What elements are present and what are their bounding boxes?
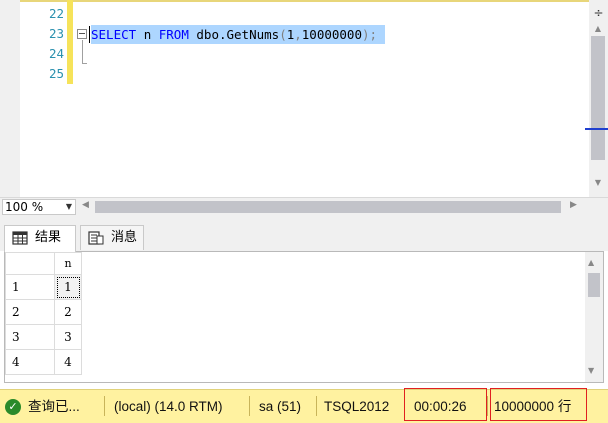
argument-end: 10000000 [301, 27, 362, 42]
comma: , [294, 27, 302, 42]
user-name: sa (51) [259, 399, 302, 414]
grid-cell[interactable]: 2 [54, 299, 82, 325]
scroll-down-icon[interactable]: ▼ [592, 178, 604, 188]
line-number: 23 [48, 26, 64, 41]
semicolon: ; [369, 27, 378, 42]
query-editor[interactable]: 22 23 24 25 SELECT n FROM dbo.GetNums(1,… [0, 0, 608, 197]
scroll-down-icon[interactable]: ▼ [588, 366, 594, 375]
editor-gutter [0, 0, 20, 197]
collapse-icon[interactable] [77, 29, 87, 39]
column-header-n[interactable]: n [54, 252, 82, 275]
tab-messages-label: 消息 [111, 230, 138, 245]
function-name: dbo.GetNums [196, 27, 280, 42]
scroll-up-icon[interactable]: ▲ [588, 258, 594, 267]
tab-messages[interactable]: 消息 [80, 225, 144, 250]
line-number: 22 [48, 6, 64, 21]
paren-close: ) [362, 27, 370, 42]
scroll-up-icon[interactable]: ▲ [592, 24, 604, 34]
table-row: 3 3 [5, 324, 82, 350]
zoom-value: 100 % [5, 200, 44, 214]
status-separator [104, 396, 105, 416]
line-numbers: 22 23 24 25 [22, 4, 64, 84]
text-caret [89, 26, 90, 43]
results-table: n 1 1 2 2 3 3 4 4 [5, 252, 82, 375]
message-icon [88, 231, 104, 245]
table-row: 4 4 [5, 349, 82, 375]
status-separator [487, 396, 488, 416]
scroll-left-icon[interactable]: ◀ [82, 200, 89, 210]
grid-icon [12, 231, 28, 245]
paren-open: ( [279, 27, 287, 42]
server-name: (local) (14.0 RTM) [114, 399, 223, 414]
rowcount-highlight-box [490, 388, 587, 421]
status-separator [316, 396, 317, 416]
change-tracking-bar [67, 0, 73, 84]
outline-line [82, 40, 83, 64]
row-number[interactable]: 3 [5, 324, 55, 350]
split-window-icon[interactable]: ÷ [589, 5, 608, 21]
grid-header-row: n [5, 252, 82, 275]
line-number: 25 [48, 66, 64, 81]
table-row: 2 2 [5, 299, 82, 325]
row-number[interactable]: 2 [5, 299, 55, 325]
editor-top-border [0, 0, 608, 2]
caret-position-marker [585, 128, 608, 130]
elapsed-highlight-box [404, 388, 487, 421]
horizontal-scroll-thumb[interactable] [95, 201, 561, 213]
code-line-selected[interactable]: SELECT n FROM dbo.GetNums(1,10000000); [91, 25, 386, 44]
tab-results-label: 结果 [35, 230, 62, 245]
status-separator [249, 396, 250, 416]
query-status: 查询已... [28, 399, 80, 414]
chevron-down-icon[interactable]: ▼ [66, 200, 72, 214]
table-row: 1 1 [5, 274, 82, 300]
outline-line-end [82, 63, 87, 64]
row-number[interactable]: 4 [5, 349, 55, 375]
grid-cell[interactable]: 3 [54, 324, 82, 350]
grid-scroll-thumb[interactable] [588, 273, 600, 297]
line-number: 24 [48, 46, 64, 61]
grid-cell-selected[interactable]: 1 [54, 274, 82, 300]
zoom-dropdown[interactable]: 100 % ▼ [2, 199, 76, 215]
editor-scroll-thumb[interactable] [591, 36, 605, 160]
grid-vertical-scrollbar[interactable]: ▲ ▼ [585, 252, 603, 382]
keyword-select: SELECT [91, 27, 137, 42]
keyword-from: FROM [158, 27, 189, 42]
row-number[interactable]: 1 [5, 274, 55, 300]
column-name: n [143, 27, 152, 42]
check-circle-icon: ✓ [5, 399, 21, 415]
row-header-corner[interactable] [5, 252, 55, 275]
database-name: TSQL2012 [324, 399, 390, 414]
results-grid[interactable]: n 1 1 2 2 3 3 4 4 ▲ ▼ [4, 251, 604, 383]
scroll-right-icon[interactable]: ▶ [570, 200, 577, 210]
grid-cell[interactable]: 4 [54, 349, 82, 375]
tab-results[interactable]: 结果 [4, 225, 76, 252]
